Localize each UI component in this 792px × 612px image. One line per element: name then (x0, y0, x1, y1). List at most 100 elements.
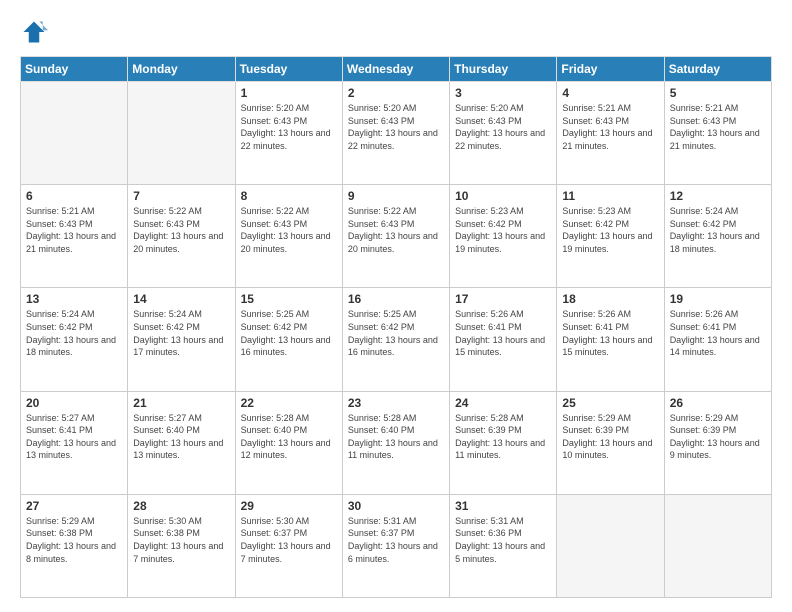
calendar-cell: 11 Sunrise: 5:23 AM Sunset: 6:42 PM Dayli… (557, 185, 664, 288)
day-info: Sunrise: 5:20 AM Sunset: 6:43 PM Dayligh… (455, 102, 551, 152)
calendar-cell: 4Sunrise: 5:21 AM Sunset: 6:43 PM Daylig… (557, 82, 664, 185)
calendar-cell (21, 82, 128, 185)
day-number: 29 (241, 499, 337, 513)
logo-icon (20, 18, 48, 46)
day-number: 7 (133, 189, 229, 203)
day-info: Sunrise: 5:23 AM Sunset: 6:42 PM Dayligh… (455, 205, 551, 255)
day-info: Sunrise: 5:30 AM Sunset: 6:38 PM Dayligh… (133, 515, 229, 565)
header (20, 18, 772, 46)
day-info: Sunrise: 5:20 AM Sunset: 6:43 PM Dayligh… (241, 102, 337, 152)
calendar-cell: 15 Sunrise: 5:25 AM Sunset: 6:42 PM Dayli… (235, 288, 342, 391)
day-number: 26 (670, 396, 766, 410)
day-number: 23 (348, 396, 444, 410)
calendar-cell: 5 Sunrise: 5:21 AM Sunset: 6:43 PM Daylig… (664, 82, 771, 185)
calendar-cell: 14Sunrise: 5:24 AM Sunset: 6:42 PM Dayli… (128, 288, 235, 391)
day-number: 5 (670, 86, 766, 100)
day-info: Sunrise: 5:29 AM Sunset: 6:38 PM Dayligh… (26, 515, 122, 565)
days-of-week-row: SundayMondayTuesdayWednesdayThursdayFrid… (21, 57, 772, 82)
day-info: Sunrise: 5:25 AM Sunset: 6:42 PM Dayligh… (348, 308, 444, 358)
calendar-cell: 12 Sunrise: 5:24 AM Sunset: 6:42 PM Dayli… (664, 185, 771, 288)
calendar-week-row: 6 Sunrise: 5:21 AM Sunset: 6:43 PM Daylig… (21, 185, 772, 288)
day-number: 15 (241, 292, 337, 306)
calendar-week-row: 27 Sunrise: 5:29 AM Sunset: 6:38 PM Dayli… (21, 494, 772, 597)
day-info: Sunrise: 5:29 AM Sunset: 6:39 PM Dayligh… (562, 412, 658, 462)
day-of-week-header: Sunday (21, 57, 128, 82)
calendar-cell: 27 Sunrise: 5:29 AM Sunset: 6:38 PM Dayli… (21, 494, 128, 597)
day-number: 18 (562, 292, 658, 306)
calendar-header: SundayMondayTuesdayWednesdayThursdayFrid… (21, 57, 772, 82)
day-info: Sunrise: 5:20 AM Sunset: 6:43 PM Dayligh… (348, 102, 444, 152)
calendar-cell: 26Sunrise: 5:29 AM Sunset: 6:39 PM Dayli… (664, 391, 771, 494)
calendar-cell (128, 82, 235, 185)
calendar-cell: 20 Sunrise: 5:27 AM Sunset: 6:41 PM Dayli… (21, 391, 128, 494)
day-number: 10 (455, 189, 551, 203)
day-number: 25 (562, 396, 658, 410)
day-number: 2 (348, 86, 444, 100)
day-number: 17 (455, 292, 551, 306)
calendar-cell: 22Sunrise: 5:28 AM Sunset: 6:40 PM Dayli… (235, 391, 342, 494)
day-info: Sunrise: 5:28 AM Sunset: 6:39 PM Dayligh… (455, 412, 551, 462)
day-info: Sunrise: 5:21 AM Sunset: 6:43 PM Dayligh… (670, 102, 766, 152)
day-number: 27 (26, 499, 122, 513)
day-number: 21 (133, 396, 229, 410)
calendar-cell (557, 494, 664, 597)
calendar-week-row: 1Sunrise: 5:20 AM Sunset: 6:43 PM Daylig… (21, 82, 772, 185)
calendar-cell: 3 Sunrise: 5:20 AM Sunset: 6:43 PM Daylig… (450, 82, 557, 185)
day-info: Sunrise: 5:26 AM Sunset: 6:41 PM Dayligh… (455, 308, 551, 358)
page: SundayMondayTuesdayWednesdayThursdayFrid… (0, 0, 792, 612)
day-of-week-header: Saturday (664, 57, 771, 82)
day-number: 12 (670, 189, 766, 203)
day-info: Sunrise: 5:26 AM Sunset: 6:41 PM Dayligh… (562, 308, 658, 358)
day-number: 11 (562, 189, 658, 203)
day-info: Sunrise: 5:22 AM Sunset: 6:43 PM Dayligh… (133, 205, 229, 255)
day-info: Sunrise: 5:23 AM Sunset: 6:42 PM Dayligh… (562, 205, 658, 255)
day-info: Sunrise: 5:24 AM Sunset: 6:42 PM Dayligh… (26, 308, 122, 358)
calendar-cell: 24 Sunrise: 5:28 AM Sunset: 6:39 PM Dayli… (450, 391, 557, 494)
day-number: 6 (26, 189, 122, 203)
day-info: Sunrise: 5:30 AM Sunset: 6:37 PM Dayligh… (241, 515, 337, 565)
calendar-cell: 30 Sunrise: 5:31 AM Sunset: 6:37 PM Dayli… (342, 494, 449, 597)
calendar-cell: 7 Sunrise: 5:22 AM Sunset: 6:43 PM Daylig… (128, 185, 235, 288)
day-info: Sunrise: 5:22 AM Sunset: 6:43 PM Dayligh… (348, 205, 444, 255)
day-number: 24 (455, 396, 551, 410)
day-number: 19 (670, 292, 766, 306)
calendar-cell: 13 Sunrise: 5:24 AM Sunset: 6:42 PM Dayli… (21, 288, 128, 391)
day-number: 16 (348, 292, 444, 306)
day-of-week-header: Friday (557, 57, 664, 82)
day-info: Sunrise: 5:31 AM Sunset: 6:37 PM Dayligh… (348, 515, 444, 565)
day-number: 30 (348, 499, 444, 513)
day-of-week-header: Wednesday (342, 57, 449, 82)
calendar-cell: 31Sunrise: 5:31 AM Sunset: 6:36 PM Dayli… (450, 494, 557, 597)
day-number: 31 (455, 499, 551, 513)
day-info: Sunrise: 5:27 AM Sunset: 6:41 PM Dayligh… (26, 412, 122, 462)
day-info: Sunrise: 5:27 AM Sunset: 6:40 PM Dayligh… (133, 412, 229, 462)
calendar-cell: 28 Sunrise: 5:30 AM Sunset: 6:38 PM Dayli… (128, 494, 235, 597)
calendar-cell: 10 Sunrise: 5:23 AM Sunset: 6:42 PM Dayli… (450, 185, 557, 288)
calendar-cell: 29 Sunrise: 5:30 AM Sunset: 6:37 PM Dayli… (235, 494, 342, 597)
day-info: Sunrise: 5:25 AM Sunset: 6:42 PM Dayligh… (241, 308, 337, 358)
calendar-cell (664, 494, 771, 597)
calendar-cell: 25 Sunrise: 5:29 AM Sunset: 6:39 PM Dayli… (557, 391, 664, 494)
day-number: 28 (133, 499, 229, 513)
day-info: Sunrise: 5:21 AM Sunset: 6:43 PM Dayligh… (26, 205, 122, 255)
calendar-cell: 8Sunrise: 5:22 AM Sunset: 6:43 PM Daylig… (235, 185, 342, 288)
calendar-cell: 18 Sunrise: 5:26 AM Sunset: 6:41 PM Dayli… (557, 288, 664, 391)
calendar-cell: 19 Sunrise: 5:26 AM Sunset: 6:41 PM Dayli… (664, 288, 771, 391)
day-number: 14 (133, 292, 229, 306)
day-number: 20 (26, 396, 122, 410)
calendar-cell: 2 Sunrise: 5:20 AM Sunset: 6:43 PM Daylig… (342, 82, 449, 185)
calendar-table: SundayMondayTuesdayWednesdayThursdayFrid… (20, 56, 772, 598)
day-info: Sunrise: 5:26 AM Sunset: 6:41 PM Dayligh… (670, 308, 766, 358)
logo (20, 18, 52, 46)
calendar-cell: 16 Sunrise: 5:25 AM Sunset: 6:42 PM Dayli… (342, 288, 449, 391)
day-number: 8 (241, 189, 337, 203)
calendar-cell: 21 Sunrise: 5:27 AM Sunset: 6:40 PM Dayli… (128, 391, 235, 494)
day-info: Sunrise: 5:24 AM Sunset: 6:42 PM Dayligh… (670, 205, 766, 255)
day-number: 3 (455, 86, 551, 100)
day-number: 9 (348, 189, 444, 203)
day-number: 22 (241, 396, 337, 410)
calendar-cell: 1Sunrise: 5:20 AM Sunset: 6:43 PM Daylig… (235, 82, 342, 185)
day-number: 13 (26, 292, 122, 306)
calendar-body: 1Sunrise: 5:20 AM Sunset: 6:43 PM Daylig… (21, 82, 772, 598)
calendar-cell: 23Sunrise: 5:28 AM Sunset: 6:40 PM Dayli… (342, 391, 449, 494)
